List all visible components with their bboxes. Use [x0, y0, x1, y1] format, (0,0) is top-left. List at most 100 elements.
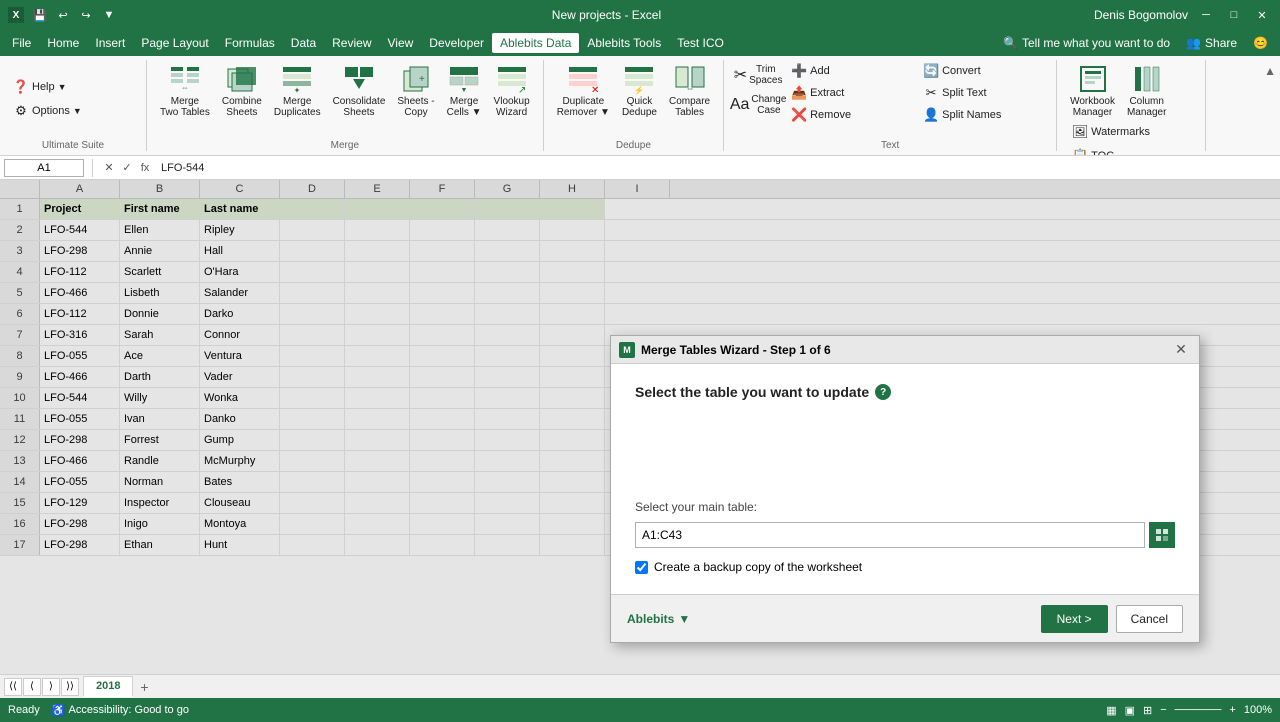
excel-icon: X: [8, 7, 24, 23]
menu-review[interactable]: Review: [324, 33, 379, 53]
status-normal[interactable]: ⊞: [1143, 704, 1152, 717]
status-bar: Ready ♿ Accessibility: Good to go ▦ ▣ ⊞ …: [0, 698, 1280, 722]
combine-sheets-button[interactable]: Combine Sheets: [217, 60, 267, 121]
merge-duplicates-button[interactable]: ✦ Merge Duplicates: [269, 60, 326, 121]
name-box[interactable]: [4, 159, 84, 177]
watermarks-button[interactable]: 🖼 Watermarks: [1067, 121, 1197, 143]
dialog-title-left: M Merge Tables Wizard - Step 1 of 6: [619, 342, 831, 358]
merge-cells-button[interactable]: ▼ Merge Cells ▼: [442, 60, 487, 121]
insert-function-button[interactable]: fx: [137, 160, 153, 176]
redo-button[interactable]: ↪: [76, 5, 96, 25]
dialog-footer: Ablebits ▼ Next > Cancel: [611, 594, 1199, 642]
add-sheet-button[interactable]: +: [135, 678, 153, 696]
sheet-nav-last[interactable]: ⟩⟩: [61, 678, 79, 696]
remove-button[interactable]: ❌ Remove: [786, 104, 916, 126]
svg-text:▼: ▼: [461, 87, 468, 94]
dialog-title: Merge Tables Wizard - Step 1 of 6: [641, 343, 831, 357]
svg-text:✦: ✦: [294, 86, 301, 95]
split-text-icon: ✂: [923, 85, 939, 101]
sheet-tab-2018[interactable]: 2018: [83, 676, 133, 697]
copy-sheets-button[interactable]: + Sheets - Copy: [392, 60, 439, 121]
split-names-button[interactable]: 👤 Split Names: [918, 104, 1048, 126]
tell-me-input[interactable]: 🔍 Tell me what you want to do: [995, 33, 1178, 53]
vlookup-icon: ↗: [496, 63, 528, 95]
status-left: Ready ♿ Accessibility: Good to go: [8, 704, 189, 717]
menu-ablebits-tools[interactable]: Ablebits Tools: [579, 33, 669, 53]
minimize-button[interactable]: ─: [1196, 5, 1216, 25]
table-range-input[interactable]: [635, 522, 1145, 548]
workbook-manager-icon: [1077, 63, 1109, 95]
duplicate-remover-button[interactable]: ✕ Duplicate Remover ▼: [552, 60, 615, 121]
sheet-nav-first[interactable]: ⟨⟨: [4, 678, 22, 696]
add-button[interactable]: ➕ Add: [786, 60, 916, 82]
menu-ablebits-data[interactable]: Ablebits Data: [492, 33, 579, 53]
formula-divider: [92, 159, 93, 177]
dialog-close-button[interactable]: ✕: [1171, 340, 1191, 360]
menu-view[interactable]: View: [380, 33, 422, 53]
menu-developer[interactable]: Developer: [421, 33, 492, 53]
svg-text:+: +: [419, 74, 425, 85]
column-manager-button[interactable]: Column Manager: [1122, 60, 1171, 121]
next-button[interactable]: Next >: [1041, 605, 1108, 633]
merge-two-tables-button[interactable]: ⇔ Merge Two Tables: [155, 60, 215, 121]
menu-page-layout[interactable]: Page Layout: [133, 33, 216, 53]
share-button[interactable]: 👥 Share: [1178, 33, 1245, 53]
title-bar-left: X 💾 ↩ ↪ ▼: [8, 5, 119, 25]
menu-bar: File Home Insert Page Layout Formulas Da…: [0, 30, 1280, 56]
menu-data[interactable]: Data: [283, 33, 324, 53]
ribbon-group-text: ✂ Trim Spaces Aa Change Case: [724, 60, 1057, 151]
status-zoom-out[interactable]: −: [1160, 704, 1166, 716]
save-button[interactable]: 💾: [30, 5, 50, 25]
vlookup-wizard-button[interactable]: ↗ Vlookup Wizard: [489, 60, 535, 121]
svg-text:↗: ↗: [518, 85, 526, 95]
split-text-button[interactable]: ✂ Split Text: [918, 82, 1048, 104]
main-area: A B C D E F G H I 1 Project First name L…: [0, 180, 1280, 674]
group-label-text: Text: [732, 138, 1048, 151]
sheet-nav-next[interactable]: ⟩: [42, 678, 60, 696]
ribbon-group-manage: Workbook Manager Column Manager: [1057, 60, 1206, 151]
backup-checkbox[interactable]: [635, 561, 648, 574]
help-button[interactable]: ❓ Help ▼: [8, 76, 138, 98]
extract-button[interactable]: 📤 Extract: [786, 82, 916, 104]
change-case-button[interactable]: Aa Change Case: [732, 90, 784, 120]
menu-insert[interactable]: Insert: [87, 33, 133, 53]
menu-test-ico[interactable]: Test ICO: [669, 33, 732, 53]
options-button[interactable]: ⚙ Options ▼: [8, 100, 138, 122]
cancel-formula-button[interactable]: ✕: [101, 160, 117, 176]
confirm-formula-button[interactable]: ✓: [119, 160, 135, 176]
status-zoom-slider[interactable]: ──────: [1175, 704, 1222, 716]
cancel-button[interactable]: Cancel: [1116, 605, 1183, 633]
dialog-icon: M: [619, 342, 635, 358]
ablebits-brand[interactable]: Ablebits ▼: [627, 612, 690, 626]
workbook-manager-button[interactable]: Workbook Manager: [1065, 60, 1120, 121]
convert-button[interactable]: 🔄 Convert: [918, 60, 1048, 82]
compare-tables-button[interactable]: ⇔ Compare Tables: [664, 60, 715, 121]
undo-button[interactable]: ↩: [53, 5, 73, 25]
quick-dedupe-button[interactable]: ⚡ Quick Dedupe: [617, 60, 662, 121]
sheet-nav-prev[interactable]: ⟨: [23, 678, 41, 696]
merge-cells-icon: ▼: [448, 63, 480, 95]
quick-dedupe-icon: ⚡: [623, 63, 655, 95]
menu-file[interactable]: File: [4, 33, 39, 53]
dialog-help-icon[interactable]: ?: [875, 384, 891, 400]
trim-spaces-button[interactable]: ✂ Trim Spaces: [732, 60, 784, 90]
group-label-dedupe: Dedupe: [552, 138, 715, 151]
combine-sheets-icon: [226, 63, 258, 95]
status-zoom-in[interactable]: +: [1229, 704, 1235, 716]
menu-home[interactable]: Home: [39, 33, 87, 53]
merge-duplicates-icon: ✦: [281, 63, 313, 95]
select-range-button[interactable]: [1149, 522, 1175, 548]
toc-button[interactable]: 📋 TOC: [1067, 145, 1197, 155]
customize-qat-button[interactable]: ▼: [99, 5, 119, 25]
ribbon-collapse-button[interactable]: ▲: [1260, 60, 1280, 151]
close-button[interactable]: ✕: [1252, 5, 1272, 25]
dialog-body: Select the table you want to update ? Se…: [611, 364, 1199, 594]
consolidate-sheets-button[interactable]: Consolidate Sheets: [328, 60, 391, 121]
remove-icon: ❌: [791, 107, 807, 123]
table-input-row: [635, 522, 1175, 548]
status-page-break[interactable]: ▣: [1125, 704, 1135, 717]
merge-two-tables-icon: ⇔: [169, 63, 201, 95]
restore-button[interactable]: □: [1224, 5, 1244, 25]
status-page-layout[interactable]: ▦: [1106, 704, 1116, 717]
menu-formulas[interactable]: Formulas: [217, 33, 283, 53]
